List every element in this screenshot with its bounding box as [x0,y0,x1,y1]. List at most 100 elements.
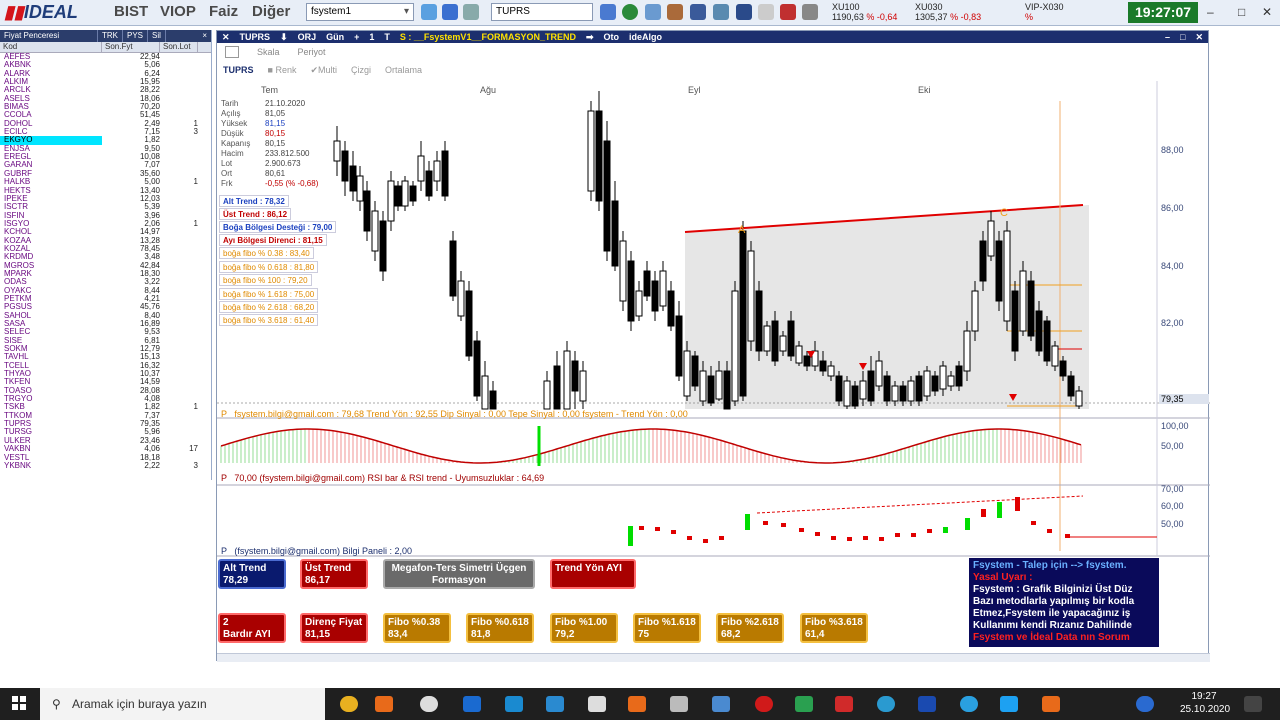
vscode-icon[interactable] [505,696,523,712]
price-row[interactable]: TCELL 16,32 [0,361,211,370]
price-row[interactable]: ALARK 6,24 [0,69,211,78]
taskbar-search[interactable]: ⚲ Aramak için buraya yazın [40,688,325,720]
menu-faiz[interactable]: Faiz [209,3,238,23]
clock-icon[interactable] [758,4,774,20]
price-row[interactable]: YKBNK 2,22 3 [0,461,211,470]
title-period[interactable]: Gün [321,32,349,42]
menu-bist[interactable]: BIST [114,3,148,23]
globe-icon[interactable] [622,4,638,20]
multi-button[interactable]: ✔Multi [310,65,337,76]
search-icon[interactable] [645,4,661,20]
ortalama-button[interactable]: Ortalama [385,65,422,75]
price-row[interactable]: MPARK 18,30 [0,269,211,278]
price-row[interactable]: IPEKE 12,03 [0,194,211,203]
tray-clock[interactable]: 19:27 25.10.2020 [1180,690,1230,716]
horizontal-scrollbar[interactable] [217,653,1210,662]
price-row[interactable]: HEKTS 13,40 [0,186,211,195]
price-row[interactable]: SELEC 9,53 [0,327,211,336]
tab-fiyat-penceresi[interactable]: Fiyat Penceresi [0,30,98,42]
window-icon[interactable] [600,4,616,20]
price-row[interactable]: GUBRF 35,60 [0,169,211,178]
maximize-button[interactable]: □ [1238,5,1245,19]
tab-pys[interactable]: PYS [123,30,149,42]
title-symbol[interactable]: TUPRS [235,32,276,42]
ideal-app-icon-3[interactable] [1042,696,1060,712]
price-row[interactable]: ULKER 23,46 [0,436,211,445]
col-kod[interactable]: Kod [0,42,102,52]
drive-icon[interactable] [795,696,813,712]
bell-icon[interactable] [780,4,796,20]
title-oto[interactable]: Oto [599,32,625,42]
price-row[interactable]: SASA 16,89 [0,319,211,328]
menu-diger[interactable]: Diğer [252,3,290,23]
price-row[interactable]: ISCTR 5,39 [0,202,211,211]
price-row[interactable]: ISFIN 3,96 [0,211,211,220]
price-row[interactable]: HALKB 5,00 1 [0,177,211,186]
price-row[interactable]: AKBNK 5,06 [0,60,211,69]
price-chart[interactable]: AC [217,81,1210,561]
system-combo[interactable]: fsystem1 ▾ [306,3,414,21]
price-row[interactable]: ODAS 3,22 [0,277,211,286]
ideal-app-icon-2[interactable] [628,696,646,712]
symbol-label[interactable]: TUPRS [223,65,254,75]
doc-icon[interactable] [463,4,479,20]
paint-icon[interactable] [712,696,730,712]
save-icon[interactable] [442,4,458,20]
calendar-icon[interactable] [670,696,688,712]
price-row[interactable]: DOHOL 2,49 1 [0,119,211,128]
symbol-input[interactable]: TUPRS [491,3,593,21]
edge-icon[interactable] [877,696,895,712]
cizgi-button[interactable]: Çizgi [351,65,371,75]
price-row[interactable]: ENJSA 9,50 [0,144,211,153]
ideal-app-icon[interactable] [375,696,393,712]
pdf-icon[interactable] [835,696,853,712]
mail-icon[interactable] [546,696,564,712]
window-minimize-icon[interactable]: – [1160,32,1175,42]
title-idealgo[interactable]: ideAlgo [624,32,667,42]
chart-icon[interactable] [667,4,683,20]
clock-app-icon[interactable] [420,696,438,712]
store-icon[interactable] [588,696,606,712]
arrow-right-icon[interactable]: ➡ [581,32,599,43]
price-row[interactable]: AEFES 22,94 [0,52,211,61]
window-maximize-icon[interactable]: □ [1175,32,1190,42]
title-system[interactable]: S : __FsystemV1__FORMASYON_TREND [395,32,581,42]
price-row[interactable]: TTKOM 7,37 [0,411,211,420]
tab-sil[interactable]: Sil [148,30,166,42]
price-row[interactable]: THYAO 10,37 [0,369,211,378]
price-row[interactable]: EKGYO 1,82 [0,136,211,145]
tool-icon[interactable] [713,4,729,20]
price-row[interactable]: PGSUS 45,76 [0,302,211,311]
windows-start-icon[interactable] [12,696,26,710]
price-row[interactable]: KCHOL 14,97 [0,227,211,236]
close-icon[interactable]: × [198,30,211,42]
title-plus[interactable]: + [349,32,364,42]
title-t[interactable]: T [379,32,395,42]
skala-button[interactable]: Skala [257,47,280,57]
col-son-fyt[interactable]: Son.Fyt [102,42,160,52]
renk-button[interactable]: ■ Renk [268,65,297,75]
col-son-lot[interactable]: Son.Lot [160,42,198,52]
price-row[interactable]: TAVHL 15,13 [0,353,211,362]
pen-icon[interactable] [802,4,818,20]
close-icon[interactable]: ✕ [217,32,235,43]
book-icon[interactable] [736,4,752,20]
opera-icon[interactable] [755,696,773,712]
price-row[interactable]: TURSG 5,96 [0,428,211,437]
periyot-button[interactable]: Periyot [298,47,326,57]
price-row[interactable]: VESTL 18,18 [0,453,211,462]
settings-icon[interactable] [225,46,239,58]
help-icon[interactable] [1136,696,1154,712]
word-icon[interactable] [918,696,936,712]
telegram-icon[interactable] [960,696,978,712]
twitter-icon[interactable] [1000,696,1018,712]
price-row[interactable]: VAKBN 4,06 17 [0,444,211,453]
dropbox-icon[interactable] [463,696,481,712]
title-orj[interactable]: ORJ [293,32,322,42]
arrow-icon[interactable] [421,4,437,20]
price-row[interactable]: SOKM 12,79 [0,344,211,353]
price-row[interactable]: SISE 6,81 [0,336,211,345]
arrow-down-icon[interactable]: ⬇ [275,32,293,43]
price-row[interactable]: ARCLK 28,22 [0,86,211,95]
notification-icon[interactable] [1244,696,1262,712]
